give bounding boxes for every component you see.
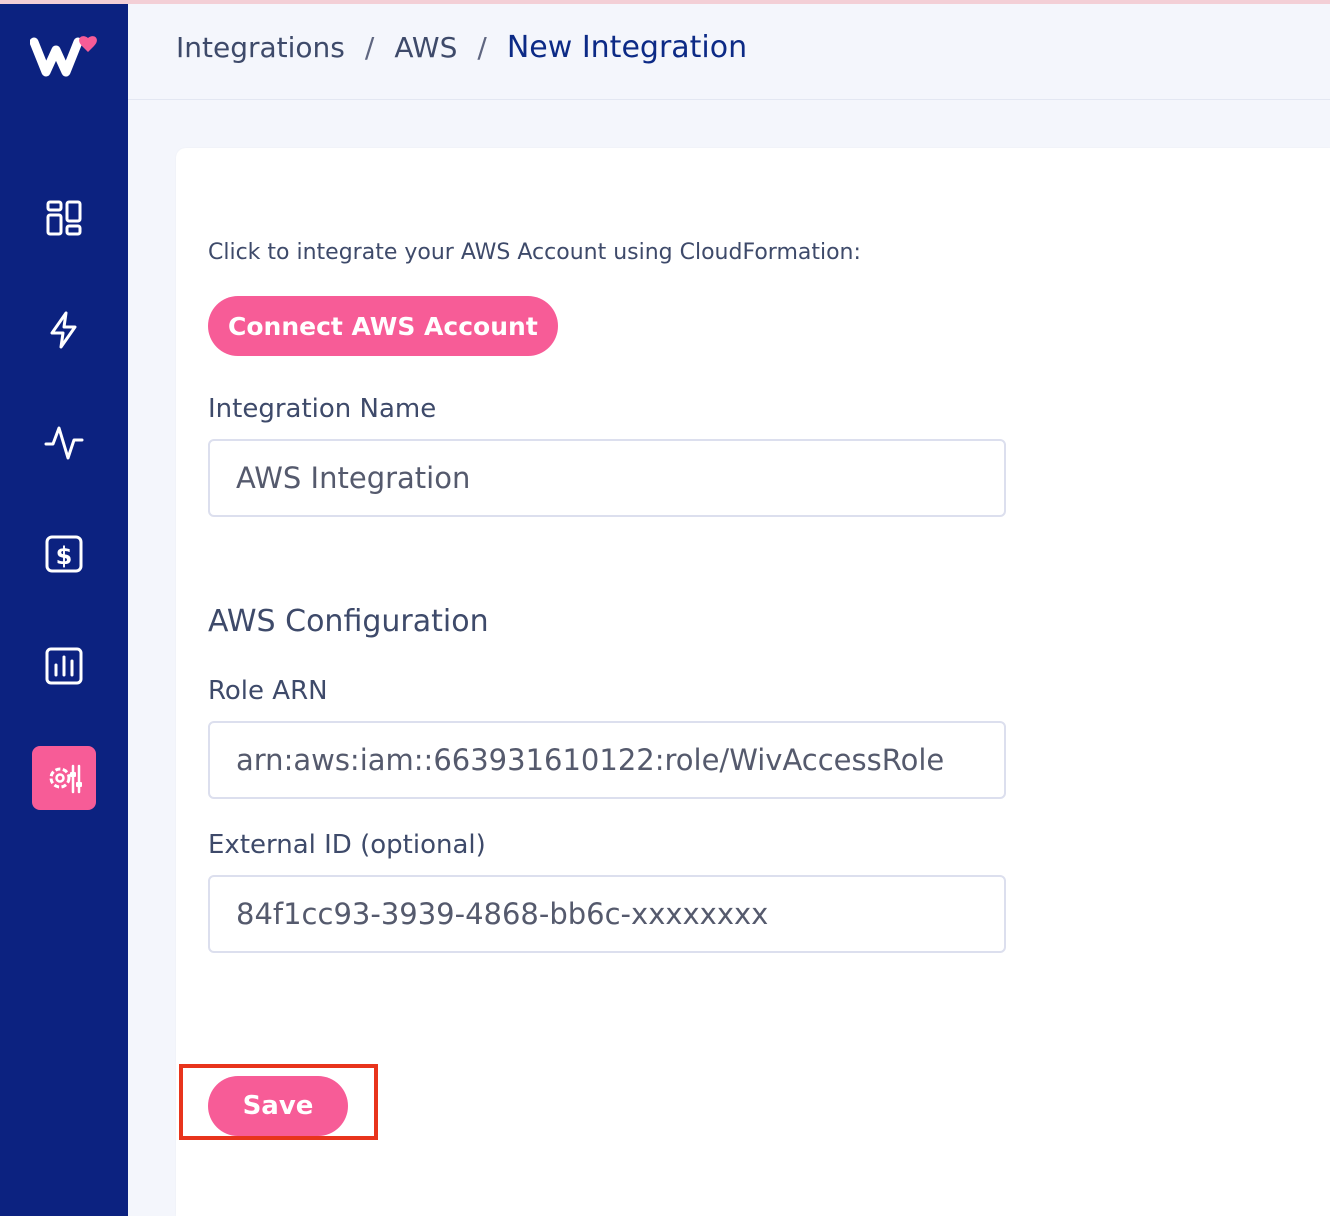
breadcrumb-integrations[interactable]: Integrations bbox=[176, 31, 345, 64]
svg-text:$: $ bbox=[56, 542, 73, 570]
breadcrumb-current: New Integration bbox=[506, 30, 748, 65]
sidebar-item-costs[interactable]: $ bbox=[32, 522, 96, 586]
intro-text: Click to integrate your AWS Account usin… bbox=[208, 240, 861, 265]
integration-form-card: Click to integrate your AWS Account usin… bbox=[176, 148, 1330, 1216]
breadcrumb-separator: / bbox=[477, 31, 487, 64]
breadcrumb: Integrations / AWS / New Integration bbox=[176, 30, 747, 65]
wiv-logo[interactable] bbox=[29, 34, 98, 78]
dashboard-icon bbox=[46, 200, 82, 236]
settings-sliders-icon bbox=[49, 764, 82, 794]
dollar-icon: $ bbox=[45, 535, 83, 573]
role-arn-input[interactable] bbox=[208, 721, 1006, 799]
sidebar-item-activity[interactable] bbox=[32, 410, 96, 474]
lightning-icon bbox=[50, 311, 77, 349]
external-id-label: External ID (optional) bbox=[208, 830, 486, 860]
activity-icon bbox=[44, 426, 84, 460]
save-button[interactable]: Save bbox=[208, 1076, 348, 1136]
bar-chart-icon bbox=[45, 647, 83, 685]
connect-aws-account-button[interactable]: Connect AWS Account bbox=[208, 296, 558, 356]
integration-name-label: Integration Name bbox=[208, 394, 437, 424]
role-arn-label: Role ARN bbox=[208, 676, 328, 706]
sidebar-item-settings[interactable] bbox=[32, 746, 96, 810]
external-id-input[interactable] bbox=[208, 875, 1006, 953]
integration-name-input[interactable] bbox=[208, 439, 1006, 517]
sidebar: $ bbox=[0, 4, 128, 1216]
breadcrumb-separator: / bbox=[364, 31, 375, 64]
aws-configuration-title: AWS Configuration bbox=[208, 604, 489, 639]
breadcrumb-aws[interactable]: AWS bbox=[394, 31, 457, 64]
page-header: Integrations / AWS / New Integration bbox=[128, 4, 1330, 100]
sidebar-item-events[interactable] bbox=[32, 298, 96, 362]
sidebar-item-dashboard[interactable] bbox=[32, 186, 96, 250]
sidebar-item-reports[interactable] bbox=[32, 634, 96, 698]
